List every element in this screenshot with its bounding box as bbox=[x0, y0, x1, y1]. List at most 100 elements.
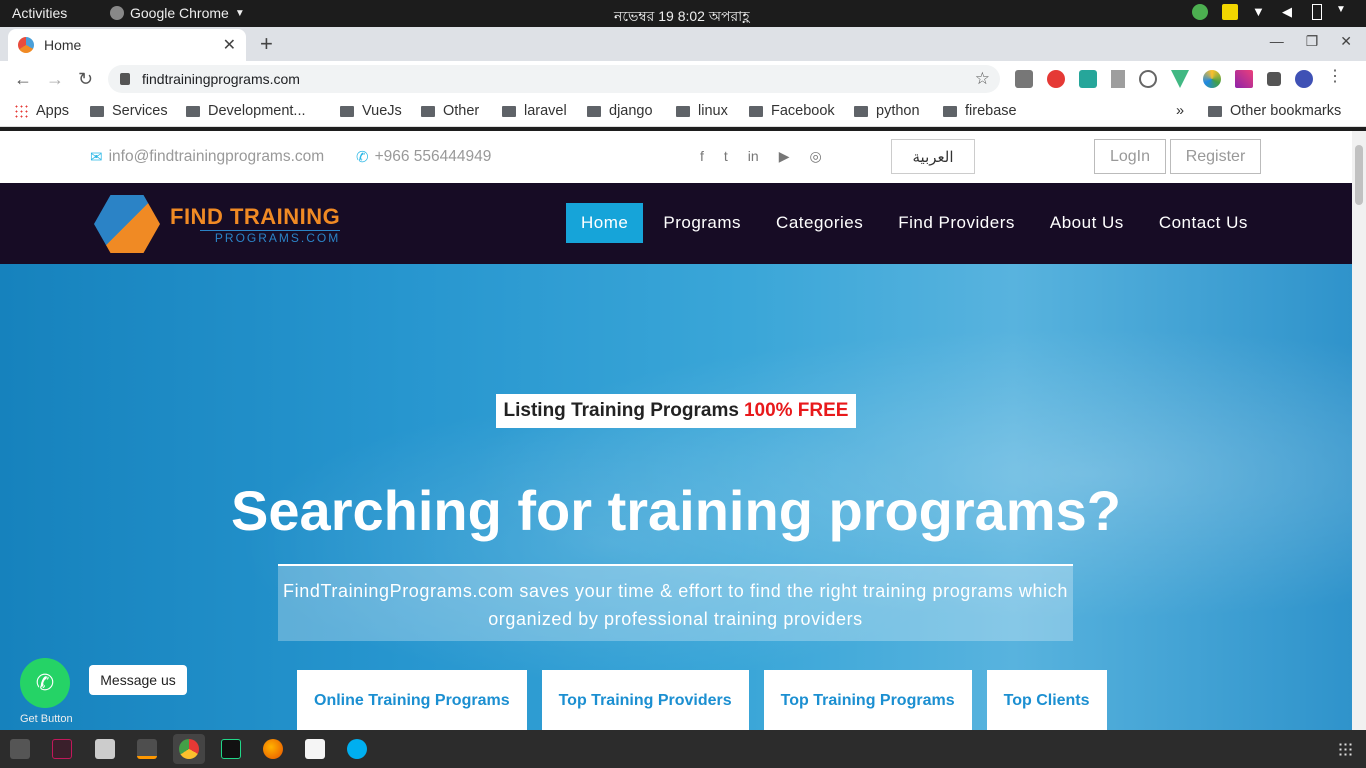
camera-icon[interactable] bbox=[1015, 70, 1033, 88]
volume-icon[interactable]: ◀ bbox=[1282, 4, 1298, 20]
logo-mark-icon bbox=[94, 195, 160, 253]
text-editor-icon[interactable] bbox=[305, 739, 325, 759]
forward-button[interactable]: → bbox=[46, 69, 64, 90]
profile-avatar[interactable] bbox=[1295, 70, 1313, 88]
page-viewport: ✉ info@findtrainingprograms.com ✆ +966 5… bbox=[0, 131, 1352, 730]
login-button[interactable]: LogIn bbox=[1094, 139, 1166, 174]
bookmark-label: linux bbox=[698, 103, 728, 119]
nav-categories[interactable]: Categories bbox=[761, 203, 878, 243]
wifi-icon[interactable]: ▼ bbox=[1252, 4, 1268, 20]
update-icon[interactable] bbox=[1192, 4, 1208, 20]
bookmark-linux[interactable]: linux bbox=[676, 103, 728, 119]
bookmarks-overflow-button[interactable]: » bbox=[1176, 103, 1184, 119]
other-bookmarks-folder[interactable]: Other bookmarks bbox=[1208, 103, 1341, 119]
bookmark-facebook[interactable]: Facebook bbox=[749, 103, 835, 119]
files-icon[interactable] bbox=[95, 739, 115, 759]
youtube-icon[interactable]: ▶ bbox=[779, 148, 790, 165]
more-menu-icon[interactable]: ⋮ bbox=[1327, 69, 1343, 88]
close-tab-icon[interactable]: ✕ bbox=[223, 35, 236, 55]
bookmarks-bar: Apps Services Development... VueJs Other lara… bbox=[0, 97, 1366, 127]
site-logo[interactable]: FIND TRAINING PROGRAMS.COM bbox=[94, 195, 341, 253]
twitter-icon[interactable]: t bbox=[724, 148, 728, 165]
pycharm-icon[interactable] bbox=[221, 739, 241, 759]
phone-text: +966 556444949 bbox=[374, 148, 492, 165]
bookmark-label: Apps bbox=[36, 103, 70, 119]
bookmark-laravel[interactable]: laravel bbox=[502, 103, 567, 119]
address-bar[interactable]: findtrainingprograms.com ☆ bbox=[108, 65, 1000, 93]
close-window-icon[interactable]: ✕ bbox=[1340, 33, 1352, 50]
nav-contact-us[interactable]: Contact Us bbox=[1144, 203, 1263, 243]
terminal-icon[interactable] bbox=[10, 739, 30, 759]
skype-icon[interactable] bbox=[347, 739, 367, 759]
nav-find-providers[interactable]: Find Providers bbox=[883, 203, 1030, 243]
bookmark-services[interactable]: Services bbox=[90, 103, 168, 119]
tagline-highlight: 100% FREE bbox=[743, 400, 849, 421]
firefox-icon[interactable] bbox=[263, 739, 283, 759]
bookmark-label: laravel bbox=[524, 103, 567, 119]
top-training-programs-button[interactable]: Top Training Programs bbox=[763, 670, 972, 730]
tab-strip: Home ✕ + — ❐ ✕ bbox=[0, 27, 1366, 61]
bookmark-label: Other bbox=[443, 103, 480, 119]
bookmark-star-icon[interactable]: ☆ bbox=[975, 69, 990, 89]
whatsapp-message-bubble[interactable]: Message us bbox=[89, 665, 187, 695]
power-menu-icon[interactable]: ▼ bbox=[1336, 4, 1352, 20]
bookmark-development[interactable]: Development... bbox=[186, 103, 306, 119]
folder-icon bbox=[587, 105, 601, 117]
logo-line1: FIND TRAINING bbox=[170, 203, 341, 229]
chrome-dock-icon[interactable] bbox=[179, 739, 199, 759]
linkedin-icon[interactable]: in bbox=[748, 148, 759, 165]
mail-ext-icon[interactable] bbox=[1079, 70, 1097, 88]
register-button[interactable]: Register bbox=[1170, 139, 1261, 174]
vue-devtools-icon[interactable] bbox=[1171, 70, 1189, 88]
battery-icon[interactable] bbox=[1312, 4, 1322, 20]
online-training-programs-button[interactable]: Online Training Programs bbox=[297, 670, 527, 730]
nav-programs[interactable]: Programs bbox=[648, 203, 756, 243]
console-icon[interactable] bbox=[52, 739, 72, 759]
move-ext-icon[interactable] bbox=[1111, 70, 1125, 88]
system-tray[interactable]: ▼ ◀ ▼ bbox=[1192, 4, 1352, 20]
app-menu[interactable]: Google Chrome ▼ bbox=[110, 5, 245, 21]
devtools-ext-icon[interactable] bbox=[1139, 70, 1157, 88]
sublime-text-icon[interactable] bbox=[137, 739, 157, 759]
show-applications-icon[interactable] bbox=[1338, 742, 1352, 756]
feather-ext-icon[interactable] bbox=[1235, 70, 1253, 88]
bookmark-django[interactable]: django bbox=[587, 103, 653, 119]
activities-button[interactable]: Activities bbox=[12, 5, 67, 21]
restore-icon[interactable]: ❐ bbox=[1306, 33, 1319, 50]
scrollbar-thumb[interactable] bbox=[1355, 145, 1363, 205]
facebook-icon[interactable]: f bbox=[700, 148, 704, 165]
page-scrollbar[interactable] bbox=[1352, 131, 1366, 730]
whatsapp-icon: ✆ bbox=[35, 670, 55, 695]
bookmark-python[interactable]: python bbox=[854, 103, 920, 119]
adblock-icon[interactable] bbox=[1047, 70, 1065, 88]
nav-home[interactable]: Home bbox=[566, 203, 644, 243]
email-link[interactable]: ✉ info@findtrainingprograms.com bbox=[90, 148, 324, 166]
extensions-area: ⋮ bbox=[1015, 69, 1343, 88]
top-training-providers-button[interactable]: Top Training Providers bbox=[541, 670, 749, 730]
phone-link[interactable]: ✆ +966 556444949 bbox=[356, 148, 491, 166]
reload-button[interactable]: ↻ bbox=[78, 69, 93, 90]
clock[interactable]: নভেম্বর 19 8:02 অপরাহ্ণ bbox=[614, 5, 750, 29]
phone-icon: ✆ bbox=[356, 149, 369, 166]
nav-about-us[interactable]: About Us bbox=[1035, 203, 1139, 243]
tab-home[interactable]: Home ✕ bbox=[8, 29, 246, 61]
folder-icon bbox=[943, 105, 957, 117]
new-tab-button[interactable]: + bbox=[260, 31, 273, 57]
back-button[interactable]: ← bbox=[14, 69, 32, 90]
color-ext-icon[interactable] bbox=[1203, 70, 1221, 88]
bookmark-firebase[interactable]: firebase bbox=[943, 103, 1017, 119]
instagram-icon[interactable]: ◎ bbox=[809, 148, 821, 165]
bookmark-vuejs[interactable]: VueJs bbox=[340, 103, 402, 119]
arabic-language-button[interactable]: العربية bbox=[891, 139, 975, 174]
chevron-down-icon: ▼ bbox=[234, 7, 245, 19]
top-clients-button[interactable]: Top Clients bbox=[986, 670, 1107, 730]
whatsapp-button[interactable]: ✆ bbox=[20, 658, 70, 708]
notes-icon[interactable] bbox=[1222, 4, 1238, 20]
bookmark-apps[interactable]: Apps bbox=[14, 103, 69, 119]
extensions-puzzle-icon[interactable] bbox=[1267, 72, 1281, 86]
logo-line2: PROGRAMS.COM bbox=[200, 229, 341, 245]
hero-subtext: FindTrainingPrograms.com saves your time… bbox=[278, 564, 1073, 641]
bookmark-other[interactable]: Other bbox=[421, 103, 479, 119]
lock-icon[interactable] bbox=[120, 73, 130, 85]
minimize-icon[interactable]: — bbox=[1270, 33, 1284, 50]
